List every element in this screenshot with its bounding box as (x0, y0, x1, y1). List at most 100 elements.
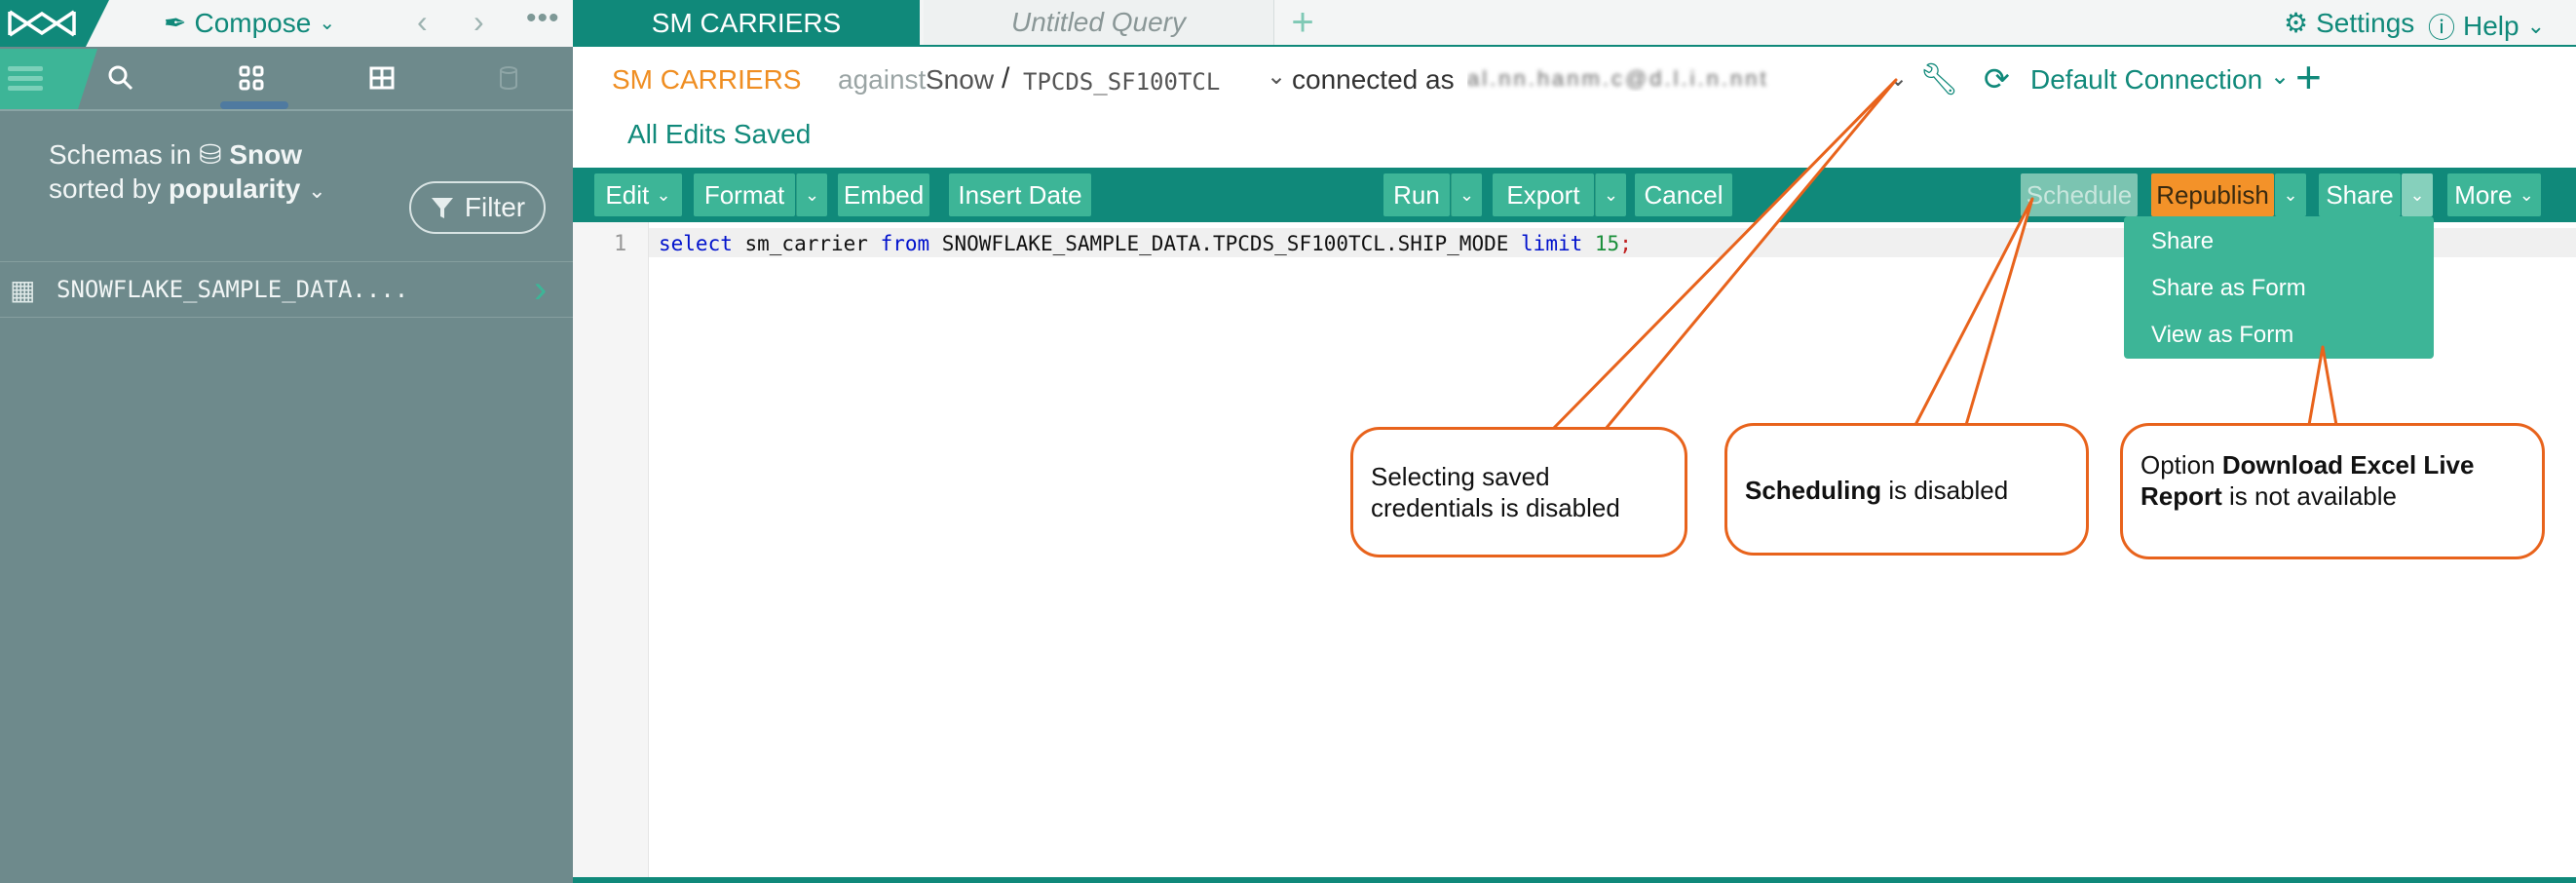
tab-sm-carriers[interactable]: SM CARRIERS (573, 0, 920, 47)
top-navigation: ✒ Compose ⌄ ‹ › ••• (0, 0, 573, 47)
format-button[interactable]: Format (694, 173, 795, 216)
feather-icon: ✒ (164, 8, 187, 38)
help-label: Help (2463, 11, 2519, 41)
format-dropdown-button[interactable]: ⌄ (796, 173, 827, 216)
filter-button[interactable]: Filter (409, 181, 546, 234)
connected-as-label: connected as (1292, 64, 1455, 95)
hamburger-icon (8, 66, 43, 71)
database-selector[interactable]: Snow (926, 64, 994, 96)
share-dropdown-button[interactable]: ⌄ (2402, 173, 2433, 216)
table-icon[interactable] (368, 64, 396, 92)
callout-scheduling-text: is disabled (1881, 476, 2009, 505)
sql-keyword: from (880, 232, 930, 255)
against-label: against (838, 64, 927, 95)
sql-keyword: limit (1521, 232, 1583, 255)
settings-label: Settings (2316, 7, 2415, 38)
database-icon (500, 66, 517, 90)
export-button[interactable]: Export (1493, 173, 1594, 216)
wrench-icon[interactable]: 🔧︎ (1919, 60, 1959, 97)
chevron-down-icon: ⌄ (1458, 184, 1475, 205)
export-dropdown-button[interactable]: ⌄ (1595, 173, 1626, 216)
compose-menu[interactable]: ✒ Compose ⌄ (164, 7, 335, 39)
help-button[interactable]: ⓘ Help ⌄ (2428, 7, 2545, 46)
chevron-down-icon: ⌄ (2526, 14, 2546, 38)
line-number: 1 (614, 232, 627, 256)
schema-sidebar: ✒ Compose ⌄ ‹ › ••• Schemas in ⛁ Snow so… (0, 0, 573, 883)
chevron-down-icon: ⌄ (2409, 184, 2425, 205)
forward-arrow-icon[interactable]: › (474, 4, 484, 40)
menu-item-view-as-form[interactable]: View as Form (2151, 322, 2293, 349)
run-button[interactable]: Run (1383, 173, 1450, 216)
back-arrow-icon[interactable]: ‹ (417, 4, 428, 40)
schema-name: SNOWFLAKE_SAMPLE_DATA.... (57, 276, 409, 303)
credentials-selector: al.nn.hanm.c@d.l.i.n.nnt (1467, 66, 1876, 92)
sql-text: sm_carrier (732, 232, 881, 255)
save-status: All Edits Saved (627, 119, 812, 149)
schema-grid-icon[interactable] (238, 64, 265, 92)
cancel-button[interactable]: Cancel (1635, 173, 1732, 216)
menu-item-share[interactable]: Share (2151, 228, 2214, 255)
chevron-down-icon: ⌄ (1603, 184, 1619, 205)
more-label: More (2454, 179, 2513, 210)
schema-selector[interactable]: TPCDS_SF100TCL (1023, 68, 1220, 96)
query-tab-bar: SM CARRIERS Untitled Query + ⚙ Settings … (573, 0, 2576, 47)
info-icon: ⓘ (2428, 13, 2456, 43)
gear-icon: ⚙ (2284, 8, 2309, 38)
sql-terminator: ; (1619, 232, 1632, 255)
add-tab-button[interactable]: + (1278, 0, 1327, 45)
insert-date-button[interactable]: Insert Date (949, 173, 1091, 216)
connection-selector[interactable]: Default Connection (2030, 64, 2262, 96)
user-email-masked: al.nn.hanm.c@d.l.i.n.nnt (1467, 66, 1769, 91)
more-dots-icon[interactable]: ••• (526, 2, 560, 35)
query-title[interactable]: SM CARRIERS (612, 64, 801, 96)
sort-selector[interactable]: sorted by popularity ⌄ (49, 173, 326, 205)
filter-icon (431, 198, 453, 218)
editor-toolbar: Edit ⌄ Format ⌄ Embed Insert Date Run ⌄ … (573, 168, 2576, 222)
refresh-icon[interactable]: ⟳ (1984, 60, 2010, 97)
chevron-down-icon: ⌄ (319, 13, 336, 34)
filter-label: Filter (464, 192, 526, 222)
bottom-border (573, 877, 2576, 883)
more-button[interactable]: More ⌄ (2447, 173, 2541, 216)
callout-scheduling: Scheduling is disabled (1724, 423, 2089, 556)
chevron-down-icon: ⌄ (308, 178, 326, 203)
schedule-button: Schedule (2021, 173, 2138, 216)
chevron-down-icon[interactable]: ⌄ (1267, 62, 1286, 91)
republish-dropdown-button[interactable]: ⌄ (2275, 173, 2306, 216)
sort-value: popularity (168, 173, 301, 204)
settings-button[interactable]: ⚙ Settings (2284, 7, 2414, 39)
chevron-right-icon[interactable]: › (534, 268, 547, 312)
path-separator: / (1002, 62, 1010, 95)
database-icon: ⛁ (199, 139, 222, 170)
schema-list-item[interactable]: ▦ SNOWFLAKE_SAMPLE_DATA.... › (0, 261, 573, 318)
chevron-down-icon: ⌄ (2519, 184, 2534, 205)
edit-button[interactable]: Edit ⌄ (594, 173, 682, 216)
active-tool-indicator (220, 101, 288, 109)
republish-button[interactable]: Republish (2151, 173, 2274, 216)
sql-code-line[interactable]: select sm_carrier from SNOWFLAKE_SAMPLE_… (659, 232, 1632, 255)
hamburger-menu-button[interactable] (0, 49, 97, 109)
chevron-down-icon: ⌄ (2283, 184, 2298, 205)
sql-keyword: select (659, 232, 733, 255)
chevron-down-icon: ⌄ (804, 184, 820, 205)
menu-item-share-as-form[interactable]: Share as Form (2151, 275, 2306, 302)
search-icon[interactable] (107, 64, 134, 92)
compose-label: Compose (194, 7, 312, 38)
schemas-in-label: Schemas in (49, 139, 192, 170)
add-connection-button[interactable]: + (2295, 51, 2322, 103)
chevron-down-icon: ⌄ (656, 184, 671, 205)
share-button[interactable]: Share (2319, 173, 2401, 216)
app-logo[interactable] (0, 0, 109, 47)
sorted-by-label: sorted by (49, 173, 162, 204)
line-gutter: 1 (573, 222, 649, 877)
database-name: Snow (229, 139, 302, 170)
chevron-down-icon[interactable]: ⌄ (2270, 62, 2290, 91)
callout-excel-prefix: Option (2140, 450, 2222, 480)
embed-button[interactable]: Embed (838, 173, 929, 216)
tab-untitled-query[interactable]: Untitled Query (924, 0, 1274, 45)
edit-label: Edit (605, 179, 650, 210)
run-dropdown-button[interactable]: ⌄ (1451, 173, 1482, 216)
sql-text: SNOWFLAKE_SAMPLE_DATA.TPCDS_SF100TCL.SHI… (929, 232, 1522, 255)
schemas-heading: Schemas in ⛁ Snow (49, 134, 302, 175)
